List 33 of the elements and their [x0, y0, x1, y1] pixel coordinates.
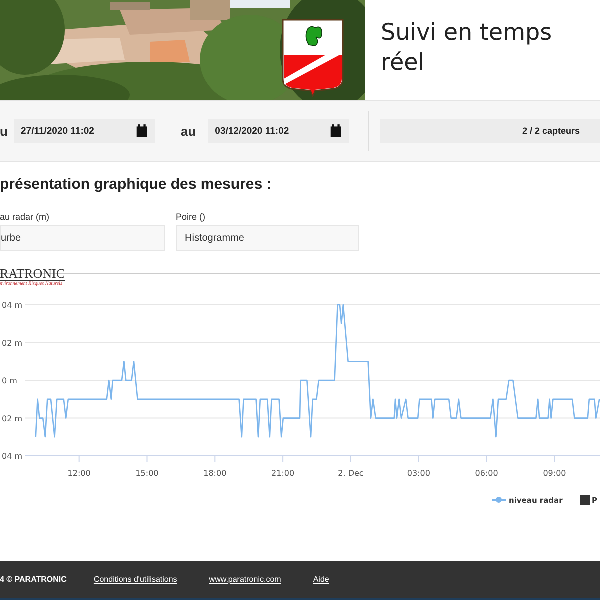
x-axis-label: 18:00 — [204, 469, 227, 478]
chart-type-select[interactable]: Histogramme — [176, 225, 359, 251]
x-axis-label: 03:00 — [407, 469, 430, 478]
y-axis-label: 02 m — [2, 414, 23, 424]
copyright-text: 4 © PARATRONIC — [0, 575, 67, 584]
date-field[interactable]: 27/11/2020 11:02 — [14, 119, 155, 143]
x-axis-label: 06:00 — [475, 469, 498, 478]
x-axis-label: 15:00 — [136, 469, 159, 478]
chart-type-label: au radar (m) — [0, 212, 51, 224]
calendar-icon[interactable] — [136, 124, 148, 138]
sensor-selector[interactable]: 2 / 2 capteurs — [380, 119, 600, 143]
y-axis-label: 04 m — [2, 301, 23, 310]
footer-link[interactable]: www.paratronic.com — [209, 575, 282, 584]
date-field[interactable]: 03/12/2020 11:02 — [208, 119, 350, 143]
footer-link[interactable]: Conditions d'utilisations — [94, 575, 178, 584]
x-axis-label: 12:00 — [68, 469, 91, 478]
date-from-label: u — [0, 124, 9, 138]
calendar-icon[interactable] — [330, 124, 342, 138]
section-title: présentation graphique des mesures : — [0, 176, 273, 193]
legend-line-icon — [492, 497, 506, 503]
footer-link[interactable]: Aide — [313, 575, 330, 584]
y-axis-label: 02 m — [2, 338, 23, 348]
page-title: Suivi en temps réel — [381, 19, 554, 78]
y-axis-label: 04 m — [2, 452, 23, 461]
x-axis-label: 21:00 — [272, 469, 295, 478]
chart-type-select[interactable]: urbe — [0, 225, 165, 251]
x-axis-label: 2. Dec — [338, 469, 364, 478]
chart-type-label: Poire () — [176, 212, 207, 224]
y-axis-label: 0 m — [2, 376, 18, 386]
date-to-label: au — [180, 124, 198, 138]
coat-of-arms-icon — [282, 19, 344, 97]
x-axis-label: 09:00 — [543, 469, 566, 478]
brand-logo: RATRONIC — [0, 267, 66, 281]
